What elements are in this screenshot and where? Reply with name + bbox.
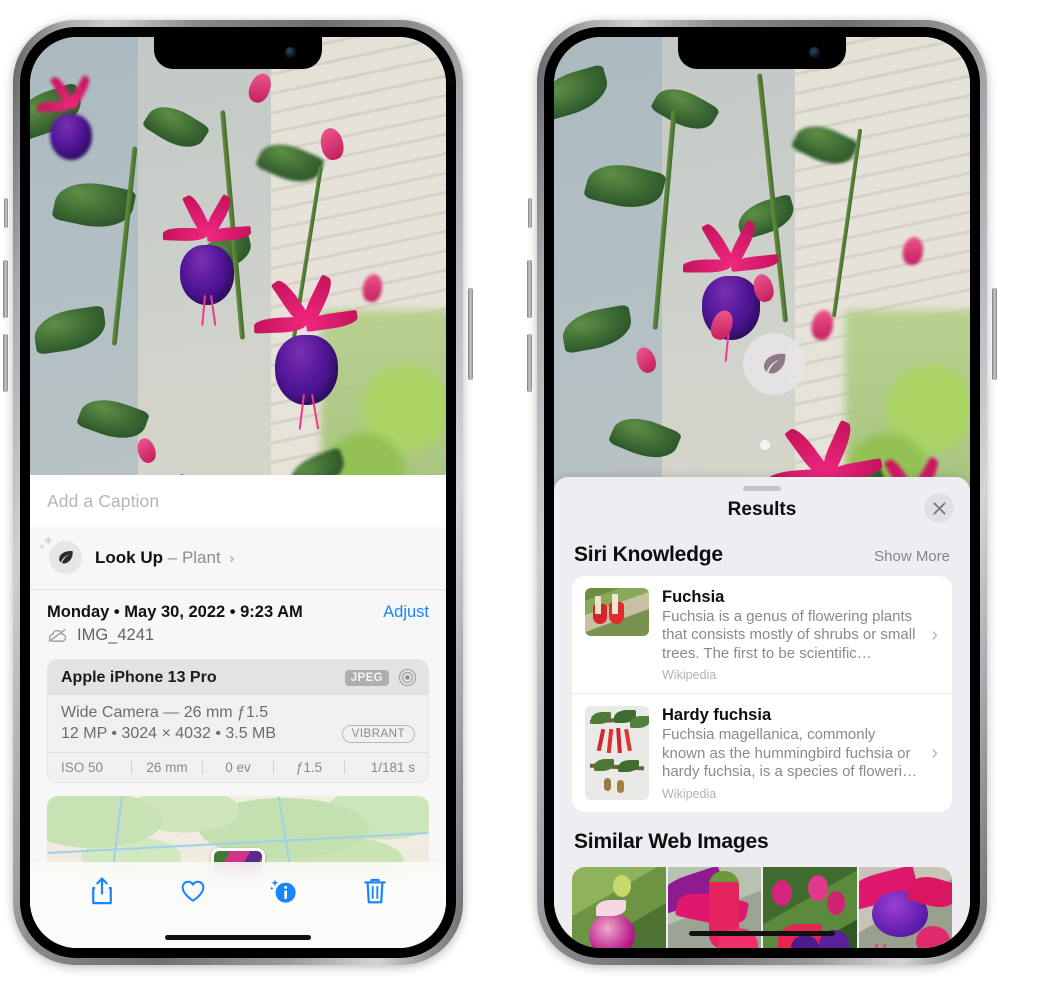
volume-up-button[interactable] (3, 260, 8, 318)
heart-icon[interactable] (179, 876, 207, 906)
adjust-button[interactable]: Adjust (383, 603, 429, 622)
notch (678, 37, 846, 69)
knowledge-card-body: Fuchsia Fuchsia is a genus of flowering … (662, 588, 918, 682)
knowledge-card-title: Fuchsia (662, 588, 725, 606)
screen-left: Add a Caption ✦ ✦ Look Up – Plant › Mond… (30, 37, 446, 948)
metadata-header: Apple iPhone 13 Pro JPEG (48, 660, 428, 695)
look-up-label: Look Up – Plant › (95, 548, 234, 568)
lens-info: Wide Camera — 26 mm ƒ1.5 (61, 704, 269, 721)
front-camera-icon (809, 47, 820, 58)
sheet-title: Results (727, 499, 797, 520)
power-button[interactable] (992, 288, 997, 380)
file-name: IMG_4241 (77, 626, 155, 644)
exif-ev: 0 ev (225, 760, 251, 775)
device-bezel: Add a Caption ✦ ✦ Look Up – Plant › Mond… (20, 27, 456, 958)
results-sheet: Results Siri Knowledge Show More Fuchsia… (554, 477, 970, 948)
chevron-right-icon: › (931, 741, 938, 764)
similar-web-images-header: Similar Web Images (554, 812, 970, 861)
exif-focal: 26 mm (146, 760, 188, 775)
volume-down-button[interactable] (527, 334, 532, 392)
share-icon[interactable] (88, 876, 116, 906)
silent-switch[interactable] (528, 198, 532, 228)
device-bezel: Results Siri Knowledge Show More Fuchsia… (544, 27, 980, 958)
sheet-header: Results (554, 491, 970, 525)
format-badge: JPEG (344, 669, 389, 686)
knowledge-card-description: Fuchsia is a genus of flowering plants t… (662, 608, 916, 662)
knowledge-card-title: Hardy fuchsia (662, 706, 772, 725)
iphone-left: Add a Caption ✦ ✦ Look Up – Plant › Mond… (3, 20, 473, 965)
chevron-right-icon: › (229, 549, 235, 567)
knowledge-card[interactable]: Hardy fuchsia Fuchsia magellanica, commo… (572, 693, 952, 811)
volume-up-button[interactable] (527, 260, 532, 318)
exif-aperture: ƒ1.5 (295, 760, 323, 775)
look-up-row[interactable]: ✦ ✦ Look Up – Plant › (30, 527, 446, 590)
chevron-right-icon: › (931, 623, 938, 646)
knowledge-card-list: Fuchsia Fuchsia is a genus of flowering … (572, 576, 952, 812)
show-more-button[interactable]: Show More (874, 548, 950, 565)
siri-knowledge-header: Siri Knowledge Show More (554, 525, 970, 576)
screenshot-root: Add a Caption ✦ ✦ Look Up – Plant › Mond… (0, 0, 1055, 985)
hdr-target-icon (398, 668, 417, 687)
section-title: Siri Knowledge (574, 543, 723, 566)
volume-down-button[interactable] (3, 334, 8, 392)
screen-right: Results Siri Knowledge Show More Fuchsia… (554, 37, 970, 948)
device-model: Apple iPhone 13 Pro (61, 668, 217, 686)
front-camera-icon (285, 47, 296, 58)
caption-input[interactable]: Add a Caption (30, 475, 446, 527)
exif-shutter: 1/181 s (370, 760, 415, 775)
leaf-icon (59, 551, 73, 564)
silent-switch[interactable] (4, 198, 8, 228)
caption-placeholder: Add a Caption (47, 490, 160, 511)
knowledge-card-source: Wikipedia (662, 668, 717, 683)
look-up-title: Look Up (95, 547, 163, 567)
knowledge-thumbnail (585, 588, 649, 636)
similar-image[interactable] (572, 866, 666, 948)
look-up-subject: Plant (181, 547, 221, 567)
close-button[interactable] (924, 493, 954, 523)
exif-iso: ISO 50 (61, 760, 104, 775)
sparkle-small-icon: ✦ (38, 542, 46, 552)
home-indicator[interactable] (165, 935, 311, 940)
file-row: IMG_4241 (30, 624, 446, 657)
section-title: Similar Web Images (574, 829, 769, 853)
metadata-body: Wide Camera — 26 mm ƒ1.5 12 MP • 3024 × … (48, 695, 428, 752)
camera-metadata-card[interactable]: Apple iPhone 13 Pro JPEG Wide Camera — 2… (47, 659, 429, 783)
photo-date: Monday • May 30, 2022 • 9:23 AM (47, 603, 303, 621)
knowledge-card-source: Wikipedia (662, 786, 717, 801)
info-sparkle-icon[interactable] (269, 876, 298, 906)
visual-look-up-anchor-dot (759, 439, 770, 450)
date-row: Monday • May 30, 2022 • 9:23 AM Adjust (30, 590, 446, 624)
photographic-style-badge: VIBRANT (341, 725, 415, 743)
knowledge-card-body: Hardy fuchsia Fuchsia magellanica, commo… (662, 706, 918, 800)
exif-row: ISO 50 26 mm 0 ev ƒ1.5 1/181 s (48, 752, 428, 782)
power-button[interactable] (468, 288, 473, 380)
iphone-right: Results Siri Knowledge Show More Fuchsia… (527, 20, 997, 965)
look-up-dash: – (167, 547, 178, 567)
close-icon (933, 502, 945, 514)
similar-image[interactable] (858, 866, 952, 948)
trash-icon[interactable] (361, 876, 389, 906)
image-specs: 12 MP • 3024 × 4032 • 3.5 MB (61, 725, 277, 742)
notch (154, 37, 322, 69)
look-up-badge: ✦ ✦ (38, 534, 82, 574)
icloud-slash-icon (48, 628, 67, 643)
home-indicator[interactable] (689, 931, 835, 936)
leaf-icon (764, 353, 786, 374)
visual-look-up-badge[interactable] (743, 333, 806, 396)
knowledge-thumbnail (585, 706, 649, 801)
knowledge-card-description: Fuchsia magellanica, commonly known as t… (662, 726, 918, 781)
knowledge-card[interactable]: Fuchsia Fuchsia is a genus of flowering … (572, 576, 952, 693)
